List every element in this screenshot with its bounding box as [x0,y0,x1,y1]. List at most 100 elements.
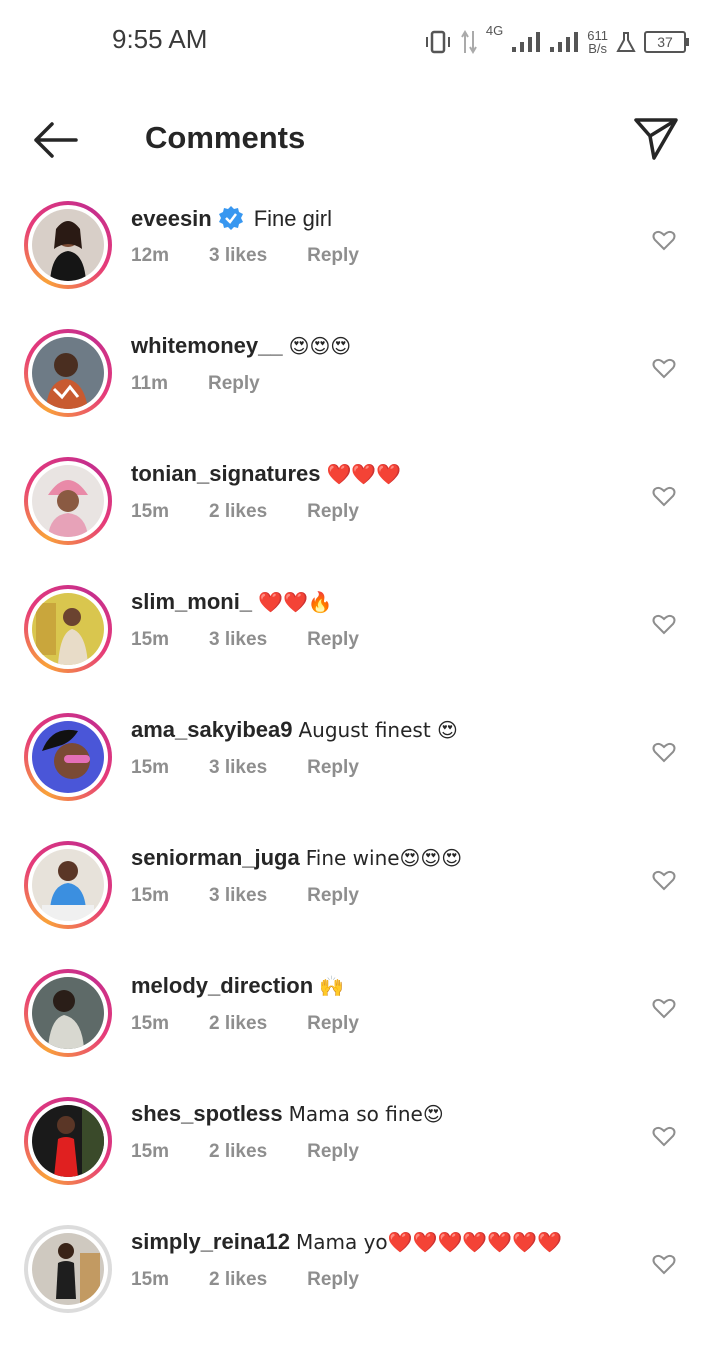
reply-button[interactable]: Reply [307,1013,359,1035]
battery-icon: 37 [644,31,689,53]
comment-text: ama_sakyibea9 August finest 😍 [131,717,458,743]
comment-item: tonian_signatures ❤️❤️❤️ 15m 2 likes Repl… [0,451,720,579]
username[interactable]: whitemoney__ [131,333,283,358]
reply-button[interactable]: Reply [307,757,359,779]
comment-text: simply_reina12 Mama yo❤️❤️❤️❤️❤️❤️❤️ [131,1229,562,1255]
like-count[interactable]: 2 likes [209,1013,267,1035]
avatar-story-ring[interactable] [24,329,112,417]
comment-meta: 15m 2 likes Reply [131,1013,359,1035]
reply-button[interactable]: Reply [208,373,260,395]
avatar [32,337,104,409]
comment-item: eveesin Fine girl 12m 3 likes Reply [0,195,720,323]
like-count[interactable]: 3 likes [209,757,267,779]
comment-item: ama_sakyibea9 August finest 😍 15m 3 likes… [0,707,720,835]
comment-body: August finest 😍 [298,718,458,742]
header: Comments [0,100,720,180]
comment-meta: 15m 2 likes Reply [131,501,359,523]
avatar-story-ring[interactable] [24,457,112,545]
reply-button[interactable]: Reply [307,885,359,907]
flask-icon [616,32,636,52]
comment-text: eveesin Fine girl [131,205,332,232]
comment-item: slim_moni_ ❤️❤️🔥 15m 3 likes Reply [0,579,720,707]
comment-time: 15m [131,1141,170,1162]
comment-meta: 11m Reply [131,373,260,395]
comment-meta: 15m 2 likes Reply [131,1269,359,1291]
comment-text: whitemoney__ 😍😍😍 [131,333,351,359]
comment-body: 😍😍😍 [288,334,352,358]
like-count[interactable]: 3 likes [209,885,267,907]
username[interactable]: eveesin [131,206,212,231]
vibrate-icon [425,30,450,54]
arrow-left-icon[interactable] [30,118,82,162]
avatar [32,209,104,281]
reply-button[interactable]: Reply [307,1141,359,1163]
reply-button[interactable]: Reply [307,629,359,651]
status-icons: 4G 611 B/s 37 [424,22,689,62]
heart-icon[interactable] [652,229,676,251]
signal-icon [512,32,541,52]
comment-meta: 15m 3 likes Reply [131,629,359,651]
reply-button[interactable]: Reply [307,501,359,523]
verified-badge-icon [218,206,243,230]
avatar-story-ring[interactable] [24,713,112,801]
avatar-story-ring[interactable] [24,841,112,929]
speed-unit: B/s [588,41,608,56]
like-count[interactable]: 2 likes [209,1141,267,1163]
heart-icon[interactable] [652,997,676,1019]
comment-time: 12m [131,245,170,266]
avatar-story-ring[interactable] [24,585,112,673]
comment-text: tonian_signatures ❤️❤️❤️ [131,461,401,487]
network-speed: 611 B/s [587,29,608,55]
comment-time: 15m [131,1269,170,1290]
avatar [32,977,104,1049]
signal-icon-2 [550,32,579,52]
avatar-story-ring[interactable] [24,1097,112,1185]
username[interactable]: simply_reina12 [131,1229,290,1254]
heart-icon[interactable] [652,485,676,507]
comment-item: shes_spotless Mama so fine😍 15m 2 likes R… [0,1091,720,1219]
data-arrows-icon [461,30,477,54]
avatar[interactable] [24,1225,112,1313]
comment-meta: 15m 3 likes Reply [131,885,359,907]
comment-body: Fine girl [253,206,332,231]
avatar-story-ring[interactable] [24,201,112,289]
status-time: 9:55 AM [112,24,208,54]
comment-time: 15m [131,501,170,522]
reply-button[interactable]: Reply [307,245,359,267]
comment-item: melody_direction 🙌 15m 2 likes Reply [0,963,720,1091]
comment-list: eveesin Fine girl 12m 3 likes Reply whit… [0,195,720,1347]
like-count[interactable]: 2 likes [209,1269,267,1291]
avatar [32,849,104,921]
heart-icon[interactable] [652,357,676,379]
username[interactable]: slim_moni_ [131,589,252,614]
username[interactable]: ama_sakyibea9 [131,717,292,742]
comment-body: Mama yo❤️❤️❤️❤️❤️❤️❤️ [295,1230,562,1254]
like-count[interactable]: 2 likes [209,501,267,523]
comment-item: seniorman_juga Fine wine😍😍😍 15m 3 likes R… [0,835,720,963]
username[interactable]: seniorman_juga [131,845,300,870]
heart-icon[interactable] [652,1125,676,1147]
reply-button[interactable]: Reply [307,1269,359,1291]
avatar [32,1105,104,1177]
comment-meta: 15m 3 likes Reply [131,757,359,779]
paper-plane-icon[interactable] [632,114,680,162]
heart-icon[interactable] [652,1253,676,1275]
like-count[interactable]: 3 likes [209,629,267,651]
comment-text: shes_spotless Mama so fine😍 [131,1101,444,1127]
status-bar: 9:55 AM 4G 611 B/s 37 [0,0,720,80]
username[interactable]: melody_direction [131,973,313,998]
comment-time: 15m [131,885,170,906]
comment-time: 11m [131,373,168,394]
comment-item: simply_reina12 Mama yo❤️❤️❤️❤️❤️❤️❤️ 15m … [0,1219,720,1347]
comment-text: seniorman_juga Fine wine😍😍😍 [131,845,462,871]
username[interactable]: tonian_signatures [131,461,320,486]
avatar-story-ring[interactable] [24,969,112,1057]
username[interactable]: shes_spotless [131,1101,283,1126]
heart-icon[interactable] [652,741,676,763]
network-type: 4G [485,23,504,38]
like-count[interactable]: 3 likes [209,245,267,267]
comment-meta: 15m 2 likes Reply [131,1141,359,1163]
heart-icon[interactable] [652,613,676,635]
heart-icon[interactable] [652,869,676,891]
page-title: Comments [145,120,306,155]
